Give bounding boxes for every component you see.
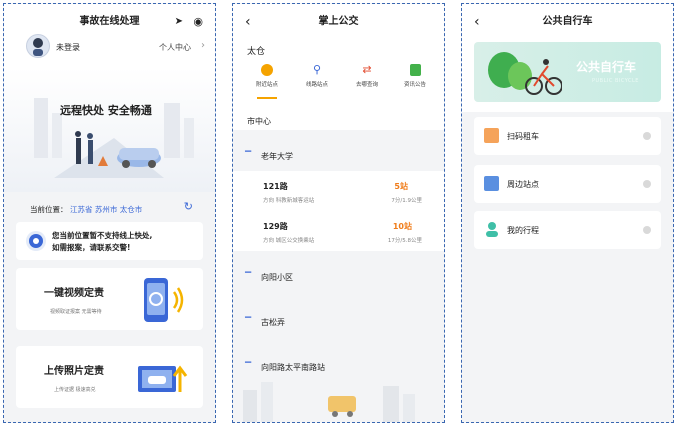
route-name: 121路 — [263, 182, 288, 191]
back-icon[interactable]: ‹ — [474, 4, 480, 40]
avatar[interactable] — [26, 34, 50, 58]
menu-item-nearby-stations[interactable]: 周边站点 — [474, 165, 661, 203]
menu-item-my-trips[interactable]: 我的行程 — [474, 211, 661, 249]
nearby-icon — [261, 64, 273, 76]
menu-item-label: 扫码租车 — [507, 132, 539, 141]
stop-row[interactable]: ▔ 向阳小区 — [233, 262, 444, 292]
hero-slogan: 远程快处 安全畅通 — [60, 104, 152, 117]
route-row[interactable]: 121路 方向 科教新城客运站 5站 7分/1.9公里 — [233, 171, 444, 211]
panel-accident-handling: 事故在线处理 ➤ ◉ 未登录 个人中心 › 远程快处 安全畅通 当前位置： 江苏… — [3, 3, 216, 423]
page-header: ‹ 掌上公交 — [233, 4, 444, 40]
bus-stop-icon: ▔ — [245, 317, 252, 326]
bus-tabs: 附近站点 ⚲ 线路站点 ⇄ 去哪查询 资讯公告 — [233, 63, 444, 99]
location-value: 江苏省 苏州市 太仓市 — [70, 205, 143, 214]
search-icon: ⚲ — [312, 63, 322, 76]
route-name: 129路 — [263, 222, 288, 231]
stop-name: 向阳路太平南路站 — [261, 363, 325, 372]
chevron-dot-icon — [643, 226, 651, 234]
banner-subtitle: PUBLIC BICYCLE — [592, 78, 639, 84]
photo-liability-card[interactable]: 上传照片定责 上传证据 极速高兑 — [16, 346, 203, 408]
chevron-right-icon: › — [201, 40, 205, 51]
route-icon: ⇄ — [362, 63, 372, 76]
page-title: 事故在线处理 — [79, 16, 140, 27]
video-card-subtitle: 视频取证报案 无需等待 — [50, 309, 102, 315]
bicycle-illustration — [488, 52, 562, 95]
location-prefix: 当前位置： — [30, 205, 68, 214]
hero-banner: 远程快处 安全畅通 — [4, 68, 215, 192]
banner-title: 公共自行车 — [576, 60, 637, 74]
photo-upload-icon — [138, 365, 188, 392]
bus-stop-icon: ▔ — [245, 151, 252, 160]
police-icon — [26, 231, 46, 251]
login-status[interactable]: 未登录 — [56, 42, 80, 53]
scan-icon — [484, 128, 499, 143]
tab-route-stops[interactable]: ⚲ 线路站点 — [297, 63, 337, 89]
section-title: 市中心 — [247, 117, 271, 126]
personal-center-link[interactable]: 个人中心 — [159, 42, 191, 53]
panel-mobile-bus: ‹ 掌上公交 太仓 附近站点 ⚲ 线路站点 ⇄ 去哪查询 资讯公告 市中心 ▔ … — [232, 3, 445, 423]
chevron-dot-icon — [643, 180, 651, 188]
record-icon[interactable]: ◉ — [193, 4, 203, 40]
stop-name: 向阳小区 — [261, 273, 293, 282]
route-stations: 5站 — [394, 182, 408, 191]
bus-stop-icon: ▔ — [245, 362, 252, 371]
notice-card: 您当前位置暂不支持线上快处, 如需报案，请联系交警! — [16, 222, 203, 260]
stop-row[interactable]: ▔ 老年大学 — [233, 141, 444, 171]
route-list: 121路 方向 科教新城客运站 5站 7分/1.9公里 129路 方向 城区公交… — [233, 171, 444, 251]
route-time-distance: 7分/1.9公里 — [391, 198, 422, 204]
photo-card-title: 上传照片定责 — [44, 366, 104, 377]
chevron-dot-icon — [643, 132, 651, 140]
city-skyline-illustration — [243, 382, 415, 422]
back-icon[interactable]: ‹ — [245, 4, 251, 40]
tab-destination-query[interactable]: ⇄ 去哪查询 — [347, 63, 387, 89]
bicycle-banner: 公共自行车 PUBLIC BICYCLE — [474, 42, 661, 102]
menu-item-label: 周边站点 — [507, 180, 539, 189]
route-direction: 方向 城区公交换乘站 — [263, 238, 315, 244]
banner-area: 公共自行车 PUBLIC BICYCLE — [462, 40, 673, 112]
refresh-icon[interactable]: ↻ — [184, 200, 193, 213]
map-icon — [484, 176, 499, 191]
route-direction: 方向 科教新城客运站 — [263, 198, 315, 204]
route-stations: 10站 — [392, 222, 412, 231]
location-arrow-icon[interactable]: ➤ — [175, 4, 183, 40]
video-liability-card[interactable]: 一键视频定责 视频取证报案 无需等待 — [16, 268, 203, 330]
route-row[interactable]: 129路 方向 城区公交换乘站 10站 17分/5.8公里 — [233, 211, 444, 251]
bus-stop-icon: ▔ — [245, 272, 252, 281]
panel-public-bicycle: ‹ 公共自行车 公共自行车 PUBLIC BICYCLE 扫码租车 周边站点 我… — [461, 3, 674, 423]
user-icon — [486, 222, 498, 237]
page-title: 公共自行车 — [542, 16, 593, 27]
news-icon — [409, 64, 421, 76]
city-selector[interactable]: 太仓 — [247, 44, 265, 57]
stop-name: 古松弄 — [261, 318, 285, 327]
top-section: 太仓 附近站点 ⚲ 线路站点 ⇄ 去哪查询 资讯公告 市中心 — [233, 40, 444, 130]
photo-card-subtitle: 上传证据 极速高兑 — [54, 387, 96, 393]
active-tab-indicator — [257, 97, 277, 99]
page-title: 掌上公交 — [318, 16, 359, 27]
stop-name: 老年大学 — [261, 152, 293, 161]
page-header: ‹ 公共自行车 — [462, 4, 673, 40]
tab-news[interactable]: 资讯公告 — [395, 64, 435, 88]
location-bar: 当前位置： 江苏省 苏州市 太仓市 ↻ — [4, 192, 215, 222]
route-time-distance: 17分/5.8公里 — [387, 238, 422, 244]
video-phone-icon — [144, 278, 184, 322]
user-bar[interactable]: 未登录 个人中心 › — [4, 34, 215, 68]
menu-item-label: 我的行程 — [507, 226, 539, 235]
video-card-title: 一键视频定责 — [44, 288, 104, 299]
stop-row[interactable]: ▔ 古松弄 — [233, 307, 444, 337]
notice-text: 您当前位置暂不支持线上快处, 如需报案，请联系交警! — [52, 231, 153, 252]
menu-item-scan-rent[interactable]: 扫码租车 — [474, 117, 661, 155]
tab-nearby-stops[interactable]: 附近站点 — [247, 64, 287, 88]
